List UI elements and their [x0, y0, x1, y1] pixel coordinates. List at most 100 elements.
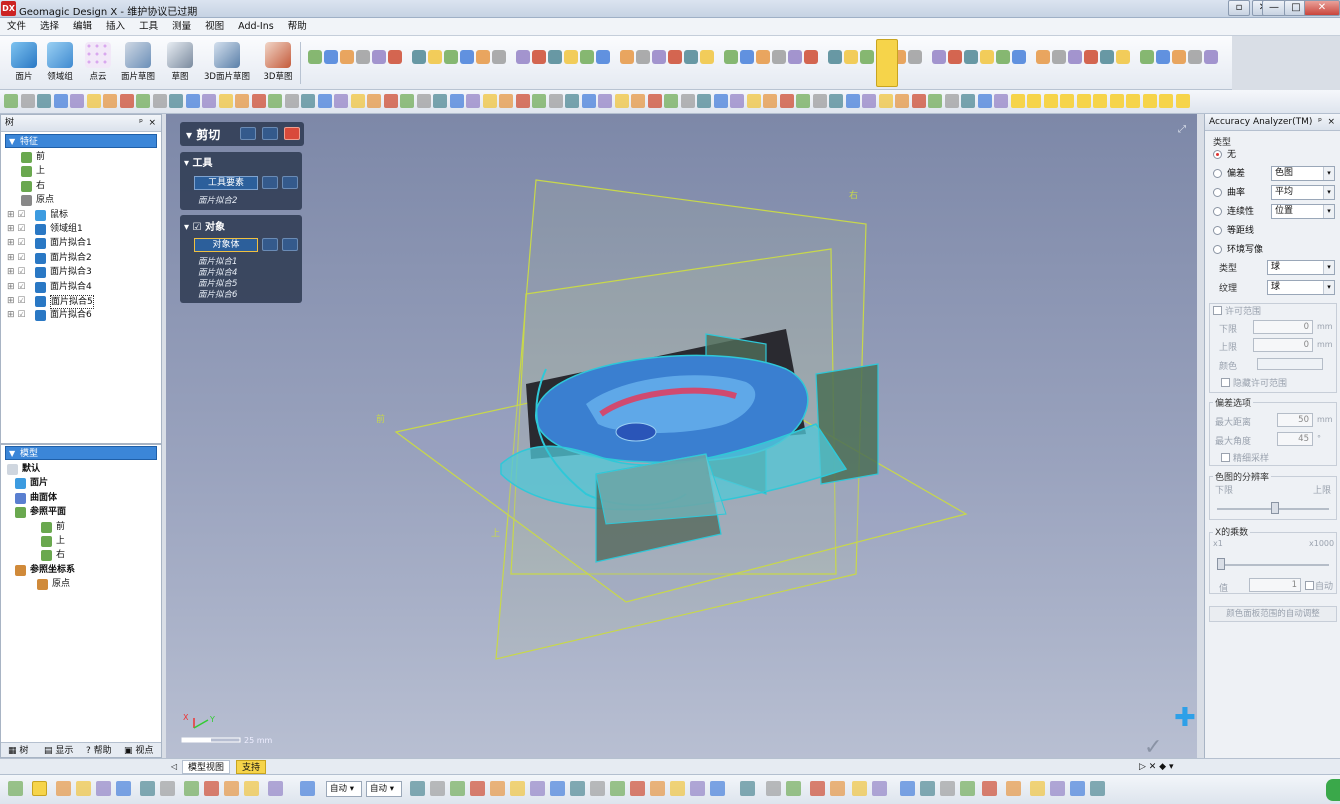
- ribbon-tool-icon[interactable]: [1068, 50, 1082, 64]
- ribbon-tool-icon[interactable]: [668, 50, 682, 64]
- toolbar-tool-icon[interactable]: [1109, 94, 1124, 108]
- tree-item[interactable]: ⊞ ☑ 领域组1: [1, 222, 161, 236]
- toolbar-tool-icon[interactable]: [911, 94, 926, 108]
- ribbon-tool-icon[interactable]: [324, 50, 338, 64]
- ribbon-tool-icon[interactable]: [860, 50, 874, 64]
- toolbar-tool-icon[interactable]: [1093, 94, 1107, 108]
- model-section[interactable]: ▼ 模型: [5, 446, 157, 460]
- object-section-title[interactable]: ▾ ☑ 对象: [184, 218, 225, 233]
- analysis-option-select[interactable]: 色图 ▾: [1271, 166, 1335, 181]
- sketch-button[interactable]: 草图: [160, 40, 200, 88]
- object-body-field[interactable]: 对象体: [194, 238, 258, 252]
- status-tool-icon[interactable]: [550, 781, 565, 796]
- ok-check-icon[interactable]: ✓: [1144, 735, 1162, 758]
- status-tool-icon[interactable]: [590, 781, 605, 796]
- ribbon-tool-icon[interactable]: [548, 50, 562, 64]
- toolbar-tool-icon[interactable]: [284, 94, 299, 108]
- plus-icon[interactable]: ✚: [1174, 703, 1196, 733]
- tree-item[interactable]: ⊞ ☑ 面片拟合3: [1, 265, 161, 279]
- pin-icon[interactable]: ᵖ: [139, 115, 143, 132]
- ribbon-tool-icon[interactable]: [596, 50, 610, 64]
- status-tool-icon[interactable]: [184, 781, 199, 796]
- ribbon-tool-icon[interactable]: [516, 50, 530, 64]
- model-scene[interactable]: 右 前 上 X Y 25 mm ✚ ✓ ⤢: [166, 114, 1197, 758]
- status-tool-icon[interactable]: [710, 781, 725, 796]
- expand-toggle-icon[interactable]: ⊞ ☑: [7, 265, 25, 279]
- max-distance-input[interactable]: 50: [1277, 413, 1313, 427]
- ribbon-tool-icon[interactable]: [620, 50, 634, 64]
- status-tool-icon[interactable]: [872, 781, 887, 796]
- toolbar-tool-icon[interactable]: [763, 94, 777, 108]
- toolbar-tool-icon[interactable]: [697, 94, 711, 108]
- toolbar-tool-icon[interactable]: [301, 94, 315, 108]
- color-picker[interactable]: [1257, 358, 1323, 370]
- toolbar-tool-icon[interactable]: [350, 94, 365, 108]
- toolbar-tool-icon[interactable]: [614, 94, 629, 108]
- status-tool-icon[interactable]: [76, 781, 91, 796]
- toolbar-tool-icon[interactable]: [433, 94, 447, 108]
- tool-select-button[interactable]: [262, 176, 278, 189]
- analysis-option-select[interactable]: 平均 ▾: [1271, 185, 1335, 200]
- tree-item[interactable]: ⊞ ☑ 面片拟合4: [1, 280, 161, 294]
- ribbon-tool-icon[interactable]: [1140, 50, 1154, 64]
- toolbar-tool-icon[interactable]: [70, 94, 84, 108]
- ribbon-tool-icon[interactable]: [1172, 50, 1186, 64]
- status-tool-icon[interactable]: [244, 781, 259, 796]
- toolbar-tool-icon[interactable]: [664, 94, 678, 108]
- ribbon-tool-icon[interactable]: [388, 50, 402, 64]
- toolbar-tool-icon[interactable]: [779, 94, 794, 108]
- menu-item-2[interactable]: 编辑: [66, 18, 99, 36]
- tabs-scroll-left-icon[interactable]: ◁: [166, 760, 182, 774]
- tab-display[interactable]: ▤ 显示: [39, 744, 78, 758]
- ribbon-tool-icon[interactable]: [1100, 50, 1114, 64]
- auto-adjust-color-range-button[interactable]: 颜色面板范围的自动调整: [1209, 606, 1337, 622]
- menu-item-8[interactable]: 帮助: [281, 18, 314, 36]
- status-tool-icon[interactable]: [740, 781, 755, 796]
- tab-help[interactable]: ? 帮助: [81, 744, 117, 758]
- toolbar-tool-icon[interactable]: [977, 94, 992, 108]
- toolbar-tool-icon[interactable]: [944, 94, 959, 108]
- status-tool-icon[interactable]: [140, 781, 155, 796]
- toolbar-tool-icon[interactable]: [1027, 94, 1041, 108]
- status-tool-icon[interactable]: [510, 781, 525, 796]
- status-tool-icon[interactable]: [670, 781, 685, 796]
- status-tool-icon[interactable]: [410, 781, 425, 796]
- toolbar-tool-icon[interactable]: [1010, 94, 1025, 108]
- tree-item[interactable]: 右: [1, 179, 161, 193]
- expand-toggle-icon[interactable]: ⊞ ☑: [7, 294, 25, 308]
- toolbar-tool-icon[interactable]: [4, 94, 18, 108]
- features-section[interactable]: ▼ 特征: [5, 134, 157, 148]
- expand-toggle-icon[interactable]: ⊞ ☑: [7, 208, 25, 222]
- toolbar-tool-icon[interactable]: [1076, 94, 1091, 108]
- toolbar-tool-icon[interactable]: [730, 94, 744, 108]
- model-tree-item[interactable]: 参照坐标系: [1, 563, 161, 577]
- analysis-option-select[interactable]: 位置 ▾: [1271, 204, 1335, 219]
- toolbar-tool-icon[interactable]: [812, 94, 827, 108]
- toolbar-tool-icon[interactable]: [251, 94, 266, 108]
- status-tool-icon[interactable]: [470, 781, 485, 796]
- toolbar-tool-icon[interactable]: [53, 94, 68, 108]
- status-tool-icon[interactable]: [900, 781, 915, 796]
- toolbar-tool-icon[interactable]: [119, 94, 134, 108]
- tree-item[interactable]: 前: [1, 150, 161, 164]
- ribbon-tool-icon[interactable]: [652, 50, 666, 64]
- radio-button[interactable]: [1213, 188, 1222, 197]
- tree-item[interactable]: 原点: [1, 193, 161, 207]
- ribbon-tool-icon[interactable]: [932, 50, 946, 64]
- apply-button[interactable]: [240, 127, 256, 140]
- ribbon-tool-icon[interactable]: [804, 50, 818, 64]
- toolbar-tool-icon[interactable]: [499, 94, 513, 108]
- status-tool-icon[interactable]: [32, 781, 47, 796]
- fine-sampling-checkbox[interactable]: [1221, 453, 1230, 462]
- ribbon-tool-icon[interactable]: [492, 50, 506, 64]
- toolbar-tool-icon[interactable]: [631, 94, 645, 108]
- status-tool-icon[interactable]: [766, 781, 781, 796]
- ribbon-tool-icon[interactable]: [908, 50, 922, 64]
- ribbon-tool-icon[interactable]: [964, 50, 978, 64]
- multiplier-slider-thumb[interactable]: [1217, 558, 1225, 570]
- model-tree-item[interactable]: 曲面体: [1, 491, 161, 505]
- toolbar-tool-icon[interactable]: [1142, 94, 1157, 108]
- pin-icon[interactable]: ᵖ: [1318, 114, 1322, 131]
- tree-item[interactable]: ⊞ ☑ 面片拟合1: [1, 236, 161, 250]
- expand-toggle-icon[interactable]: ⊞ ☑: [7, 236, 25, 250]
